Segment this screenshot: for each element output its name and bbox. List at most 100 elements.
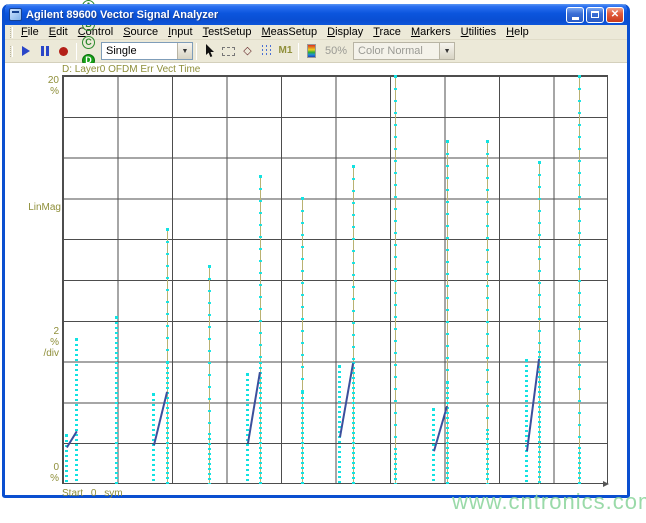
play-button[interactable] xyxy=(16,42,35,61)
plot-area xyxy=(62,75,608,484)
marquee-icon xyxy=(222,46,235,56)
error-dots-sparse xyxy=(208,265,211,433)
spike-tip-dot xyxy=(208,264,211,268)
menu-bar: File Edit Control Source Input TestSetup MeasS… xyxy=(5,25,627,40)
menu-item-testsetup[interactable]: TestSetup xyxy=(198,25,257,39)
menu-item-edit[interactable]: Edit xyxy=(44,25,73,39)
error-dots-dense xyxy=(525,359,528,484)
error-dots-sparse xyxy=(446,141,449,382)
y-axis-bottom-label: 0 % xyxy=(50,462,59,484)
zoom-percent-label: 50% xyxy=(325,45,348,57)
spike-tip-dot xyxy=(246,372,249,376)
diamond-marker-tool-button[interactable]: ◇ xyxy=(238,42,257,61)
toolbar-separator xyxy=(196,42,197,60)
menu-item-input[interactable]: Input xyxy=(163,25,197,39)
band-lines-icon xyxy=(262,45,271,57)
toolbar-separator xyxy=(298,42,299,60)
band-markers-tool-button[interactable] xyxy=(257,42,276,61)
error-dots-dense xyxy=(352,361,355,484)
menu-item-file[interactable]: File xyxy=(16,25,44,39)
error-dots-sparse xyxy=(166,229,169,362)
menu-item-utilities[interactable]: Utilities xyxy=(456,25,501,39)
menu-item-source[interactable]: Source xyxy=(118,25,163,39)
spike-tip-dot xyxy=(65,434,68,438)
title-bar[interactable]: Agilent 89600 Vector Signal Analyzer ✕ xyxy=(5,4,627,25)
menu-item-display[interactable]: Display xyxy=(322,25,368,39)
peak-marker-tool-button[interactable]: M1 xyxy=(276,42,295,61)
error-dots-sparse xyxy=(578,76,581,448)
spike-tip-dot xyxy=(538,160,541,164)
y-axis-scale-label: LinMag xyxy=(28,202,61,213)
record-button[interactable] xyxy=(54,42,73,61)
error-dots-dense xyxy=(115,316,118,484)
rainbow-gradient-icon xyxy=(307,44,316,58)
app-icon xyxy=(9,8,22,21)
error-dots-sparse xyxy=(538,161,541,352)
error-dots-sparse xyxy=(486,141,489,433)
spike-tip-dot xyxy=(525,358,528,362)
error-dots-sparse xyxy=(259,175,262,362)
error-dots-dense xyxy=(446,382,449,484)
error-dots-sparse xyxy=(352,165,355,362)
maximize-button[interactable] xyxy=(586,6,604,23)
window-title: Agilent 89600 Vector Signal Analyzer xyxy=(26,8,219,21)
trace-letter: C xyxy=(82,35,95,49)
spike-tip-dot xyxy=(578,75,581,78)
peak-marker-icon: M1 xyxy=(278,45,293,56)
error-dots-dense xyxy=(578,447,581,484)
y-axis-per-div-label: 2 % /div xyxy=(43,326,59,359)
error-dots-dense xyxy=(166,361,169,484)
error-dots-dense xyxy=(486,433,489,484)
spike-tip-dot xyxy=(166,228,169,231)
menu-item-meassetup[interactable]: MeasSetup xyxy=(256,25,322,39)
error-dots-dense xyxy=(301,392,304,484)
trace-title: D: Layer0 OFDM Err Vect Time xyxy=(62,64,201,75)
spike-tip-dot xyxy=(486,140,489,144)
trace-button-c[interactable]: C xyxy=(80,33,97,51)
close-icon: ✕ xyxy=(610,9,620,20)
spike-tip-dot xyxy=(152,393,155,397)
play-icon xyxy=(21,46,30,56)
minimize-icon xyxy=(571,16,579,20)
color-mode-value: Color Normal xyxy=(358,45,423,57)
error-dots-sparse xyxy=(301,198,304,393)
color-mode-combobox[interactable]: Color Normal ▼ xyxy=(353,42,456,60)
spike-tip-dot xyxy=(301,197,304,201)
sweep-mode-value: Single xyxy=(106,45,137,57)
x-axis-start-label: Start 0 sym xyxy=(62,488,123,499)
diamond-icon: ◇ xyxy=(243,44,252,57)
screen: Agilent 89600 Vector Signal Analyzer ✕ F… xyxy=(0,0,646,523)
toolbar: ABCDEF Single ▼ ◇ M1 50% Color Normal ▼ xyxy=(5,0,627,103)
minimize-button[interactable] xyxy=(566,6,584,23)
pointer-tool-button[interactable] xyxy=(200,42,219,61)
spike-tip-dot xyxy=(259,174,262,178)
marquee-zoom-tool-button[interactable] xyxy=(219,42,238,61)
spike-tip-dot xyxy=(394,75,397,78)
menubar-grip[interactable] xyxy=(10,26,13,38)
app-window: Agilent 89600 Vector Signal Analyzer ✕ F… xyxy=(2,0,630,499)
chevron-down-icon: ▼ xyxy=(439,43,455,59)
color-scale-button[interactable] xyxy=(302,42,321,61)
trace-display-area: D: Layer0 OFDM Err Vect Time 20 % LinMag… xyxy=(5,63,627,499)
watermark: www.cntronics.com xyxy=(452,489,646,514)
menu-item-markers[interactable]: Markers xyxy=(406,25,456,39)
pause-button[interactable] xyxy=(35,42,54,61)
error-dots-dense xyxy=(75,339,78,484)
menu-item-trace[interactable]: Trace xyxy=(368,25,406,39)
spike-tip-dot xyxy=(338,364,341,368)
toolbar-grip-1[interactable] xyxy=(10,45,13,57)
spike-tip-dot xyxy=(115,315,118,319)
close-button[interactable]: ✕ xyxy=(606,6,624,23)
error-dots-sparse xyxy=(394,76,397,454)
sweep-mode-combobox[interactable]: Single ▼ xyxy=(101,42,193,60)
spike-tip-dot xyxy=(446,140,449,144)
x-axis-arrow-icon xyxy=(603,481,609,487)
record-icon xyxy=(59,46,68,56)
menu-item-help[interactable]: Help xyxy=(501,25,534,39)
toolbar-separator xyxy=(76,42,77,60)
y-axis-top-label: 20 % xyxy=(47,75,59,97)
spike-tip-dot xyxy=(75,338,78,342)
error-dots-dense xyxy=(394,453,397,484)
spike-tip-dot xyxy=(432,407,435,411)
chevron-down-icon: ▼ xyxy=(177,43,192,59)
